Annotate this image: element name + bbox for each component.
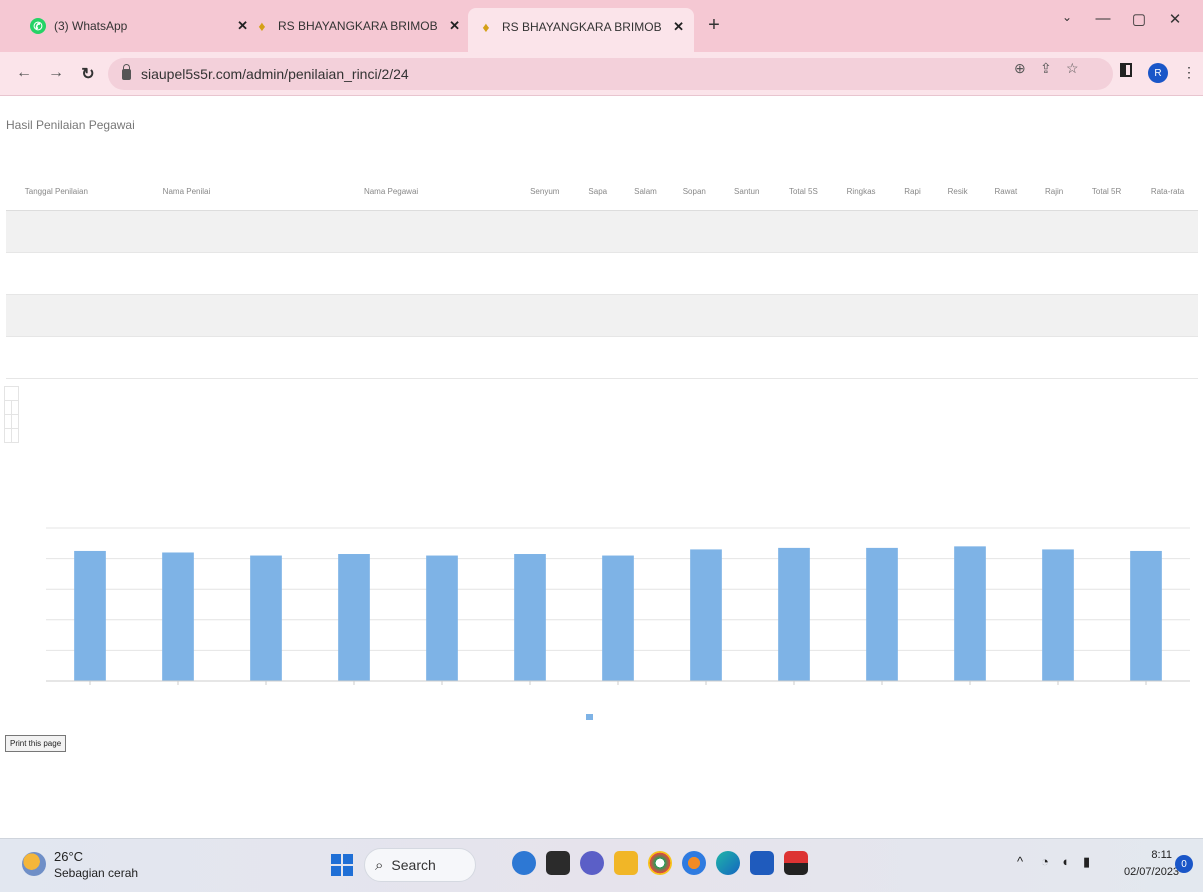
share-icon[interactable]: ⇪ xyxy=(1040,60,1052,77)
chart-bar xyxy=(778,547,810,681)
chrome-canary-icon[interactable] xyxy=(682,851,706,875)
taskbar-search[interactable]: ⌕ Search xyxy=(364,848,476,882)
url-text: siaupel5s5r.com/admin/penilaian_rinci/2/… xyxy=(141,66,409,82)
zoom-icon[interactable]: ⊕ xyxy=(1014,60,1026,77)
new-tab-button[interactable]: + xyxy=(700,11,728,39)
browser-toolbar: ← → ↻ siaupel5s5r.com/admin/penilaian_ri… xyxy=(0,52,1203,96)
back-icon[interactable]: ← xyxy=(14,64,34,82)
tab-whatsapp[interactable]: ✆ (3) WhatsApp ✕ xyxy=(20,9,258,43)
app-icon[interactable] xyxy=(784,851,808,875)
whatsapp-icon: ✆ xyxy=(30,18,46,34)
chart-bar xyxy=(1042,549,1074,681)
wifi-icon[interactable]: ◔ xyxy=(1041,854,1049,869)
notification-badge[interactable]: 0 xyxy=(1175,855,1193,873)
tab-close-icon[interactable]: ✕ xyxy=(449,18,460,34)
chrome-icon[interactable] xyxy=(648,851,672,875)
weather-icon[interactable] xyxy=(22,852,46,876)
chart-bar xyxy=(690,549,722,681)
battery-icon[interactable]: ▮ xyxy=(1083,854,1090,870)
task-view-icon[interactable] xyxy=(546,851,570,875)
chart-bar xyxy=(1130,550,1162,681)
clock-date: 02/07/2023 xyxy=(1124,866,1180,878)
search-placeholder: Search xyxy=(391,857,436,873)
file-explorer-icon[interactable] xyxy=(614,851,638,875)
chart-bar xyxy=(162,552,194,681)
windows-start-icon[interactable] xyxy=(331,854,353,876)
reload-icon[interactable]: ↻ xyxy=(78,64,98,84)
bing-chat-icon[interactable] xyxy=(512,851,536,875)
tab-close-icon[interactable]: ✕ xyxy=(673,19,684,35)
tab-rs-bhayangkara-1[interactable]: ♦ RS BHAYANGKARA BRIMOB KI ✕ xyxy=(244,9,470,43)
chart-bar xyxy=(866,547,898,681)
side-panel-icon[interactable] xyxy=(1120,63,1132,77)
chart-bar xyxy=(74,550,106,681)
profile-avatar[interactable]: R xyxy=(1148,63,1168,83)
volume-icon[interactable]: ◖ xyxy=(1061,854,1069,869)
tab-rs-bhayangkara-2[interactable]: ♦ RS BHAYANGKARA BRIMOB KI ✕ xyxy=(468,8,694,52)
menu-kebab-icon[interactable]: ⋮ xyxy=(1182,64,1196,81)
word-icon[interactable] xyxy=(750,851,774,875)
hospital-logo-icon: ♦ xyxy=(258,18,266,34)
chart-bar xyxy=(338,554,370,681)
maximize-icon[interactable]: ▢ xyxy=(1124,10,1154,28)
chart-legend-swatch xyxy=(586,714,593,720)
close-window-icon[interactable]: ✕ xyxy=(1160,10,1190,28)
bar-chart xyxy=(46,527,1190,720)
tab-strip: ✆ (3) WhatsApp ✕ ♦ RS BHAYANGKARA BRIMOB… xyxy=(0,0,1203,52)
chart-bar xyxy=(514,554,546,681)
minimize-icon[interactable]: — xyxy=(1088,10,1118,27)
bookmark-star-icon[interactable]: ☆ xyxy=(1066,60,1079,77)
chart-bar xyxy=(954,546,986,681)
edge-icon[interactable] xyxy=(716,851,740,875)
lock-icon xyxy=(122,63,131,80)
clock-time: 8:11 xyxy=(1151,849,1172,861)
forward-icon[interactable]: → xyxy=(46,64,66,82)
taskbar: 26°C Sebagian cerah ⌕ Search ^ ◔ ◖ ▮ 8:1… xyxy=(0,838,1203,892)
chevron-up-icon[interactable]: ^ xyxy=(1017,854,1023,869)
tab-title: RS BHAYANGKARA BRIMOB KI xyxy=(278,19,442,33)
teams-chat-icon[interactable] xyxy=(580,851,604,875)
tab-title: RS BHAYANGKARA BRIMOB KI xyxy=(502,20,666,34)
tab-search-icon[interactable]: ⌄ xyxy=(1052,10,1082,24)
hospital-logo-icon: ♦ xyxy=(482,19,490,35)
chart-bar xyxy=(426,555,458,681)
system-clock[interactable]: 8:11 02/07/2023 xyxy=(1124,847,1180,881)
chart-bar xyxy=(250,555,282,681)
print-page-button[interactable]: Print this page xyxy=(5,735,67,752)
tab-title: (3) WhatsApp xyxy=(54,19,128,33)
weather-temperature[interactable]: 26°C xyxy=(54,849,83,864)
chart-bar xyxy=(602,555,634,681)
search-icon: ⌕ xyxy=(375,856,384,874)
address-bar[interactable]: siaupel5s5r.com/admin/penilaian_rinci/2/… xyxy=(108,58,1113,90)
page-content: Hasil Penilaian Pegawai Tanggal Penilaia… xyxy=(0,96,1203,838)
weather-description[interactable]: Sebagian cerah xyxy=(54,866,138,880)
